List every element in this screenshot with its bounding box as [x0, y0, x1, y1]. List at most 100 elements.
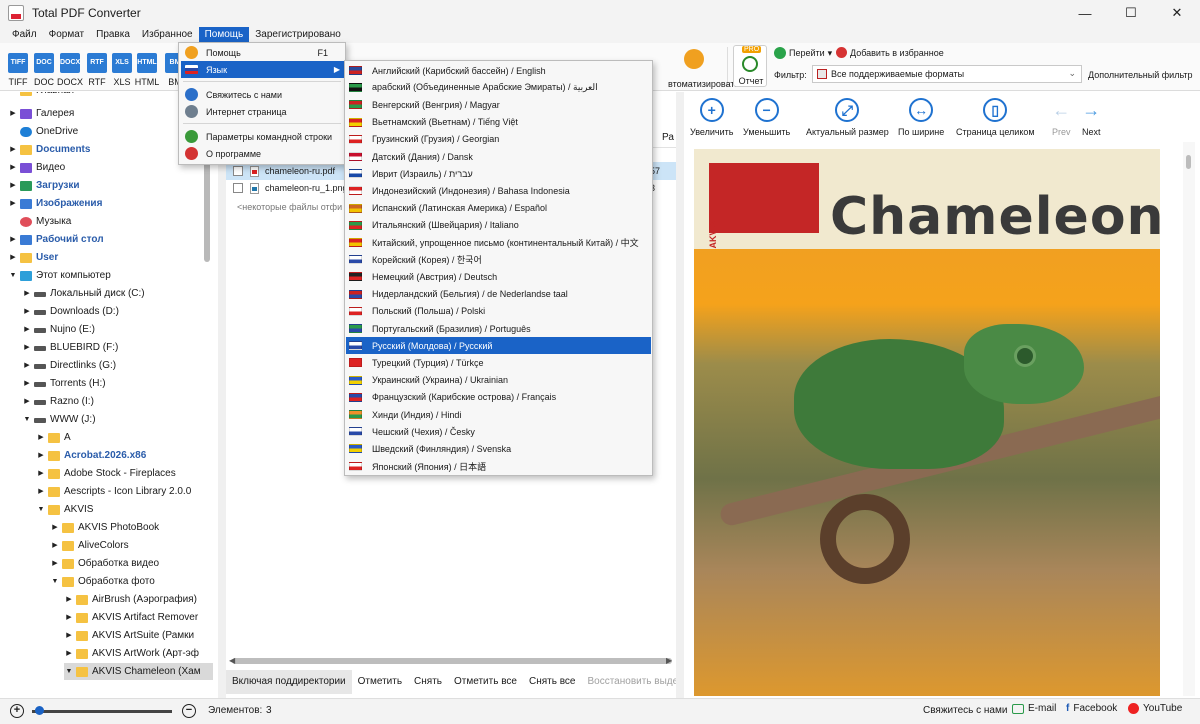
collapse-arrow-icon[interactable]: ▼: [36, 501, 46, 519]
scroll-right-icon[interactable]: ▶: [666, 656, 672, 665]
zoom-out-button[interactable]: − Уменьшить: [743, 98, 790, 137]
fit-width-button[interactable]: ↔ По ширине: [898, 98, 944, 137]
restore-selection-button[interactable]: Восстановить выде: [581, 670, 684, 694]
tree-item[interactable]: ▶ Nujno (E:): [22, 321, 213, 339]
tree-item[interactable]: ▶ Локальный диск (C:): [22, 285, 213, 303]
language-item[interactable]: Турецкий (Турция) / Türkçe: [346, 354, 651, 371]
splitter[interactable]: [676, 92, 684, 698]
zoom-slider-knob[interactable]: [34, 706, 44, 715]
preview-scrollbar[interactable]: [1186, 155, 1191, 169]
format-button-doc[interactable]: DOC DOC: [31, 53, 57, 87]
language-item[interactable]: Немецкий (Австрия) / Deutsch: [346, 268, 651, 285]
language-item[interactable]: Иврит (Израиль) / עברית: [346, 165, 651, 182]
expand-arrow-icon[interactable]: ▶: [22, 303, 32, 321]
tree-item[interactable]: Музыка: [8, 213, 213, 231]
prev-page-button[interactable]: ← Prev: [1052, 98, 1071, 137]
expand-arrow-icon[interactable]: ▶: [36, 429, 46, 447]
tree-item[interactable]: ▶ A: [36, 429, 213, 447]
include-subdirs-button[interactable]: Включая поддиректории: [226, 670, 352, 694]
filter-select[interactable]: Все поддерживаемые форматы ⌄: [812, 65, 1082, 83]
next-page-button[interactable]: → Next: [1082, 98, 1101, 137]
scroll-left-icon[interactable]: ◀: [229, 656, 235, 665]
menu-5[interactable]: Помощь: [198, 26, 250, 43]
uncheck-button[interactable]: Снять: [408, 670, 448, 694]
format-button-html[interactable]: HTML HTML: [134, 53, 160, 87]
expand-arrow-icon[interactable]: ▶: [36, 447, 46, 465]
language-item[interactable]: Английский (Карибский бассейн) / English: [346, 62, 651, 79]
youtube-link[interactable]: YouTube: [1128, 703, 1182, 714]
actual-size-button[interactable]: ⤢ Актуальный размер: [806, 98, 889, 137]
menu-6[interactable]: Зарегистрировано: [249, 27, 347, 43]
language-item[interactable]: Вьетнамский (Вьетнам) / Tiếng Việt: [346, 114, 651, 131]
language-item[interactable]: Испанский (Латинская Америка) / Español: [346, 200, 651, 217]
expand-arrow-icon[interactable]: ▶: [8, 105, 18, 123]
expand-arrow-icon[interactable]: ▶: [8, 195, 18, 213]
contact-link[interactable]: Свяжитесь с нами: [923, 705, 1007, 716]
language-item[interactable]: Португальский (Бразилия) / Português: [346, 320, 651, 337]
tree-item[interactable]: ▶ Обработка видео: [50, 555, 213, 573]
minimize-button[interactable]: —: [1062, 0, 1108, 26]
zoom-out-icon[interactable]: −: [182, 704, 196, 718]
facebook-link[interactable]: f Facebook: [1066, 703, 1117, 714]
expand-arrow-icon[interactable]: ▶: [22, 375, 32, 393]
language-item[interactable]: Грузинский (Грузия) / Georgian: [346, 131, 651, 148]
language-item[interactable]: Датский (Дания) / Dansk: [346, 148, 651, 165]
language-item[interactable]: Корейский (Корея) / 한국어: [346, 251, 651, 268]
tree-item[interactable]: ▶ User: [8, 249, 213, 267]
tree-item[interactable]: ▶ AKVIS ArtWork (Арт-эф: [64, 645, 213, 663]
expand-arrow-icon[interactable]: ▶: [8, 231, 18, 249]
column-header[interactable]: Ра: [662, 132, 674, 143]
tree-item[interactable]: ▶ Aescripts - Icon Library 2.0.0: [36, 483, 213, 501]
menu-item[interactable]: Свяжитесь с нами: [181, 86, 344, 103]
language-item[interactable]: Венгерский (Венгрия) / Magyar: [346, 96, 651, 113]
zoom-in-button[interactable]: + Увеличить: [690, 98, 733, 137]
row-checkbox[interactable]: [233, 166, 243, 176]
format-button-docx[interactable]: DOCX DOCX: [57, 53, 83, 87]
tree-item[interactable]: ▼ AKVIS Chameleon (Хам: [64, 663, 213, 680]
collapse-arrow-icon[interactable]: ▼: [64, 663, 74, 680]
format-button-xls[interactable]: XLS XLS: [109, 53, 135, 87]
tree-item[interactable]: ▶ AKVIS PhotoBook: [50, 519, 213, 537]
row-checkbox[interactable]: [233, 183, 243, 193]
menu-item[interactable]: Язык ▶: [181, 61, 344, 78]
tree-item[interactable]: ▶ AliveColors: [50, 537, 213, 555]
maximize-button[interactable]: ☐: [1108, 0, 1154, 26]
tree-item[interactable]: ▶ BLUEBIRD (F:): [22, 339, 213, 357]
extra-filter-link[interactable]: Дополнительный фильтр: [1088, 70, 1193, 80]
expand-arrow-icon[interactable]: ▶: [8, 141, 18, 159]
expand-arrow-icon[interactable]: ▶: [36, 465, 46, 483]
file-list-hscrollbar[interactable]: [232, 658, 672, 664]
language-item[interactable]: Китайский, упрощенное письмо (континента…: [346, 234, 651, 251]
preview-scrollbar-track[interactable]: [1183, 142, 1195, 696]
zoom-slider[interactable]: [32, 710, 172, 713]
language-item[interactable]: Японский (Япония) / 日本語: [346, 458, 651, 475]
email-link[interactable]: E-mail: [1012, 703, 1056, 714]
menu-2[interactable]: Формат: [43, 27, 91, 43]
tree-item[interactable]: ▶ Изображения: [8, 195, 213, 213]
tree-item[interactable]: ▶ Загрузки: [8, 177, 213, 195]
collapse-arrow-icon[interactable]: ▼: [50, 573, 60, 591]
language-item[interactable]: Украинский (Украина) / Ukrainian: [346, 372, 651, 389]
collapse-arrow-icon[interactable]: ▼: [8, 267, 18, 285]
uncheck-all-button[interactable]: Снять все: [523, 670, 582, 694]
tree-item[interactable]: ▼ Этот компьютер: [8, 267, 213, 285]
tree-item[interactable]: ▶ AKVIS Artifact Remover: [64, 609, 213, 627]
expand-arrow-icon[interactable]: ▶: [22, 321, 32, 339]
language-item[interactable]: Хинди (Индия) / Hindi: [346, 406, 651, 423]
tree-item[interactable]: ▼ AKVIS: [36, 501, 213, 519]
expand-arrow-icon[interactable]: ▶: [22, 285, 32, 303]
expand-arrow-icon[interactable]: ▶: [8, 249, 18, 267]
expand-arrow-icon[interactable]: ▶: [22, 357, 32, 375]
tree-item[interactable]: ▶ Razno (I:): [22, 393, 213, 411]
expand-arrow-icon[interactable]: ▶: [8, 177, 18, 195]
check-all-button[interactable]: Отметить все: [448, 670, 523, 694]
language-item[interactable]: Французский (Карибские острова) / França…: [346, 389, 651, 406]
expand-arrow-icon[interactable]: ▶: [50, 555, 60, 573]
expand-arrow-icon[interactable]: ▶: [50, 537, 60, 555]
language-item[interactable]: Нидерландский (Бельгия) / de Nederlandse…: [346, 286, 651, 303]
splitter[interactable]: [218, 92, 226, 698]
expand-arrow-icon[interactable]: ▶: [64, 609, 74, 627]
report-button[interactable]: PRO Отчет: [733, 45, 767, 87]
collapse-arrow-icon[interactable]: ▼: [22, 411, 32, 429]
expand-arrow-icon[interactable]: ▶: [64, 627, 74, 645]
